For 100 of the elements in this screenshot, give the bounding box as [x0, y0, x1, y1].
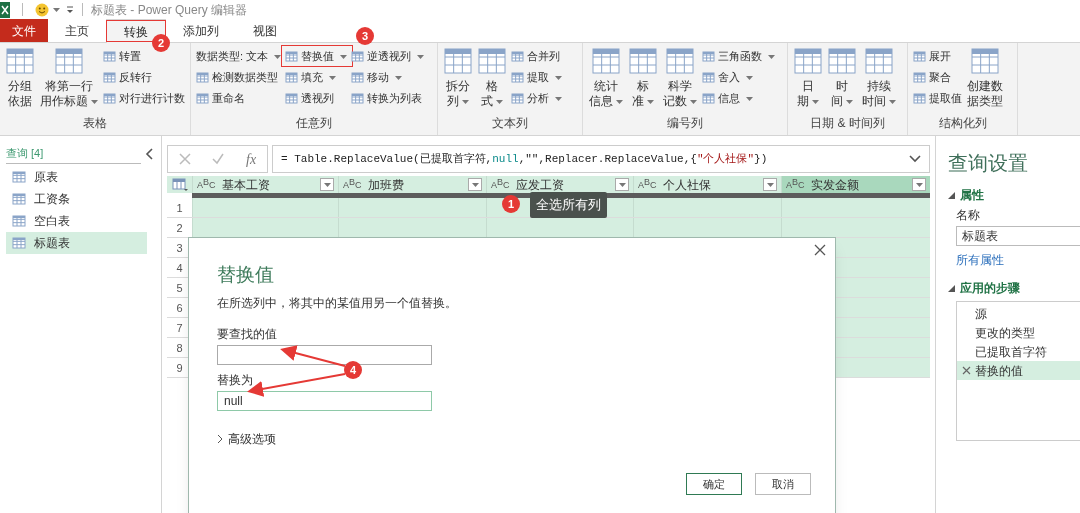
grid-icon [285, 92, 299, 105]
group-label: 表格 [82, 115, 108, 132]
grid-icon [103, 71, 116, 84]
query-item[interactable]: 空白表 [6, 210, 147, 232]
type-label: ABC [491, 180, 510, 189]
grid-icon [196, 71, 209, 84]
ribbon-button[interactable]: 填充 [284, 68, 349, 87]
ribbon-button[interactable]: 统计 信息 [587, 47, 625, 109]
dialog-title: 替换值 [217, 264, 275, 286]
ribbon-button[interactable]: 聚合 [912, 68, 963, 87]
grid-icon [12, 170, 26, 184]
spreadsheet-icon[interactable] [0, 1, 10, 18]
grid-icon [913, 71, 926, 84]
ribbon-button[interactable]: 展开 [912, 47, 963, 66]
ribbon-button[interactable]: 科学 记数 [661, 47, 699, 109]
ribbon-button[interactable]: 日 期 [792, 47, 824, 109]
column-header[interactable]: ABC 实发金额 [781, 176, 930, 193]
column-name: 应发工资 [515, 176, 565, 194]
query-item[interactable]: 工资条 [6, 188, 147, 210]
query-item[interactable]: 原表 [6, 166, 147, 188]
step-item[interactable]: 已提取首字符 [957, 342, 1080, 361]
filter-dropdown-button[interactable] [763, 178, 777, 191]
ribbon-button[interactable]: 对行进行计数 [102, 89, 186, 108]
step-item[interactable]: 替换的值 [957, 361, 1080, 380]
ribbon-button[interactable]: 数据类型: 文本 [195, 47, 283, 66]
fx-button[interactable]: fx [246, 148, 257, 170]
ribbon-button[interactable]: 创建数 据类型 [965, 47, 1005, 109]
triangle-icon[interactable] [948, 284, 955, 292]
grid-icon [511, 50, 524, 63]
column-header[interactable]: ABC 个人社保 [633, 176, 781, 193]
grid-icon [196, 92, 209, 105]
field-label: 要查找的值 [217, 326, 277, 343]
check-icon[interactable] [212, 153, 225, 165]
ribbon-button[interactable]: 合并列 [510, 47, 563, 66]
input-field[interactable]: null [217, 391, 432, 411]
input-field[interactable] [217, 345, 432, 365]
filter-dropdown-button[interactable] [912, 178, 926, 191]
ribbon-button[interactable]: 持续 时间 [860, 47, 898, 109]
customize-icon[interactable] [66, 5, 74, 14]
grid-icon [55, 47, 83, 75]
ribbon-button[interactable]: 提取值 [912, 89, 963, 108]
ribbon-button[interactable]: 检测数据类型 [195, 68, 283, 87]
ribbon-button[interactable]: 反转行 [102, 68, 186, 87]
filter-dropdown-button[interactable] [615, 178, 629, 191]
formula-field[interactable]: = Table.ReplaceValue(已提取首字符,null,"",Replacer.ReplaceValue,{"个人社保"}) [272, 145, 930, 173]
ribbon-button[interactable]: 重命名 [195, 89, 283, 108]
filter-dropdown-button[interactable] [320, 178, 334, 191]
grid-icon [971, 47, 999, 75]
ribbon-button[interactable]: 信息 [701, 89, 776, 108]
ribbon-button[interactable]: 时 间 [826, 47, 858, 109]
ribbon-button[interactable]: 逆透视列 [350, 47, 426, 66]
field-label: 替换为 [217, 372, 253, 389]
ribbon-tab[interactable]: 文件 [0, 19, 48, 42]
ribbon-button[interactable]: 转换为列表 [350, 89, 426, 108]
link[interactable]: 所有属性 [956, 251, 1080, 269]
delete-icon[interactable] [962, 366, 971, 375]
close-icon[interactable] [814, 244, 826, 256]
column-header[interactable]: ABC 基本工资 [192, 176, 338, 193]
query-item[interactable]: 标题表 [6, 232, 147, 254]
caret-icon [53, 7, 60, 12]
filter-dropdown-button[interactable] [468, 178, 482, 191]
grid-icon [478, 47, 506, 75]
step-item[interactable]: 源 [957, 304, 1080, 323]
ribbon-button[interactable]: 将第一行 用作标题 [38, 47, 100, 109]
chevron-down-icon[interactable] [909, 155, 921, 163]
caret-icon [766, 182, 774, 187]
ribbon-button[interactable]: 分组 依据 [4, 47, 36, 109]
ribbon-button[interactable]: 分析 [510, 89, 563, 108]
ribbon-button[interactable]: 三角函数 [701, 47, 776, 66]
grid-icon [702, 50, 715, 63]
dialog-button[interactable]: 确定 [686, 473, 742, 495]
column-name: 个人社保 [662, 176, 712, 194]
chevron-right-icon [217, 434, 223, 444]
caret-icon [915, 182, 923, 187]
ribbon-tab[interactable]: 视图 [236, 19, 294, 42]
type-label: ABC [197, 180, 216, 189]
grid-icon [592, 47, 620, 75]
grid-icon [913, 50, 926, 63]
ribbon-button[interactable]: 移动 [350, 68, 426, 87]
ribbon-button[interactable]: 透视列 [284, 89, 349, 108]
table-menu-icon[interactable] [171, 178, 188, 191]
column-header[interactable]: ABC 应发工资 [486, 176, 633, 193]
advanced-options-toggle[interactable]: 高级选项 [217, 430, 276, 448]
triangle-icon[interactable] [948, 191, 955, 199]
ribbon-button[interactable]: 标 准 [627, 47, 659, 109]
ribbon-button[interactable]: 拆分 列 [442, 47, 474, 109]
group-label: 文本列 [491, 115, 529, 132]
grid-icon [794, 47, 822, 75]
ribbon-button[interactable]: 格 式 [476, 47, 508, 109]
column-header[interactable]: ABC 加班费 [338, 176, 486, 193]
collapse-icon[interactable] [145, 148, 153, 160]
ribbon-button[interactable]: 舍入 [701, 68, 776, 87]
ribbon-button[interactable]: 替换值 [284, 47, 349, 66]
step-item[interactable]: 更改的类型 [957, 323, 1080, 342]
ribbon-tab[interactable]: 主页 [48, 19, 106, 42]
name-field[interactable]: 标题表 [956, 226, 1080, 246]
smiley-icon[interactable] [35, 2, 49, 17]
column-name: 基本工资 [221, 176, 271, 194]
ribbon-button[interactable]: 提取 [510, 68, 563, 87]
dialog-button[interactable]: 取消 [755, 473, 811, 495]
